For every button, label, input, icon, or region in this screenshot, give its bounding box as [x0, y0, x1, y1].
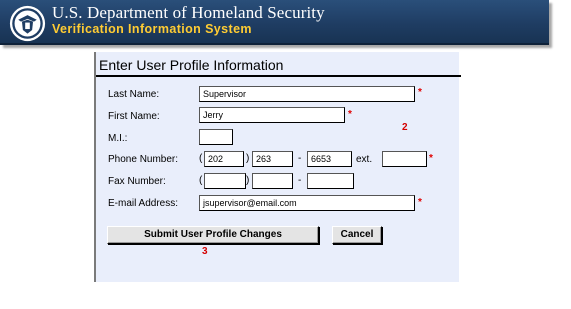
- fax-close-paren: ): [246, 175, 250, 186]
- phone-required-marker: *: [429, 153, 433, 164]
- phone-dash: -: [298, 153, 302, 164]
- fax-dash: -: [298, 175, 302, 186]
- form-title: Enter User Profile Information: [99, 57, 284, 73]
- first-name-input[interactable]: Jerry: [199, 107, 345, 123]
- user-profile-form: Enter User Profile Information Last Name…: [94, 52, 461, 282]
- phone-area-code-input[interactable]: 202: [204, 151, 244, 167]
- fax-number-label: Fax Number:: [108, 176, 166, 187]
- middle-initial-label: M.I.:: [108, 133, 128, 144]
- header-banner: U.S. Department of Homeland Security Ver…: [0, 0, 549, 45]
- email-required-marker: *: [418, 197, 422, 208]
- first-name-label: First Name:: [108, 111, 160, 122]
- submit-profile-button[interactable]: Submit User Profile Changes: [107, 226, 319, 244]
- department-title: U.S. Department of Homeland Security: [52, 3, 325, 22]
- email-label: E-mail Address:: [108, 198, 179, 209]
- fax-prefix-input[interactable]: [252, 173, 293, 189]
- phone-open-paren: (: [199, 153, 203, 164]
- cancel-button[interactable]: Cancel: [332, 226, 382, 244]
- phone-number-label: Phone Number:: [108, 154, 179, 165]
- callout-step-2: 2: [402, 122, 408, 133]
- phone-close-paren: ): [246, 153, 250, 164]
- phone-ext-label: ext.: [356, 154, 373, 165]
- last-name-required-marker: *: [418, 87, 422, 98]
- phone-ext-input[interactable]: [382, 151, 427, 167]
- callout-step-3: 3: [202, 246, 208, 257]
- fax-line-input[interactable]: [307, 173, 354, 189]
- title-divider: [96, 75, 461, 77]
- first-name-required-marker: *: [348, 109, 352, 120]
- phone-prefix-input[interactable]: 263: [252, 151, 293, 167]
- dhs-seal-icon: [9, 5, 46, 42]
- phone-line-input[interactable]: 6653: [307, 151, 352, 167]
- email-input[interactable]: jsupervisor@email.com: [199, 195, 415, 211]
- last-name-label: Last Name:: [108, 89, 160, 100]
- fax-open-paren: (: [199, 175, 203, 186]
- fax-area-code-input[interactable]: [204, 173, 246, 189]
- last-name-input[interactable]: Supervisor: [199, 86, 415, 102]
- system-title: Verification Information System: [52, 22, 252, 36]
- middle-initial-input[interactable]: [199, 129, 233, 145]
